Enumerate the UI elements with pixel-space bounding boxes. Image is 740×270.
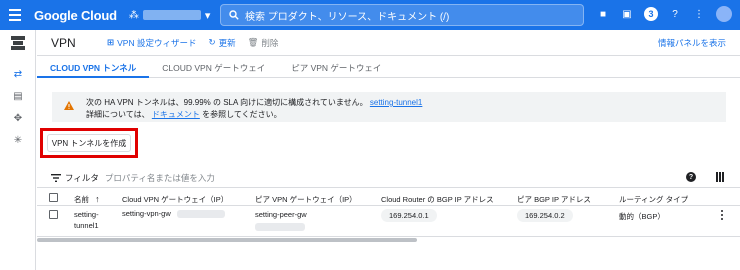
filter-input[interactable]: プロパティ名または値を入力 [105,172,215,184]
table-header: 名前 ↑ Cloud VPN ゲートウェイ（IP） ピア VPN ゲートウェイ（… [37,188,740,206]
help-icon[interactable]: ? [686,172,696,182]
info-panel-link[interactable]: 情報パネルを表示 [658,37,726,49]
search-bar[interactable]: 検索 プロダクト、リソース、ドキュメント (/) [220,4,584,26]
select-all-checkbox[interactable] [49,193,58,202]
brand-logo[interactable]: Google Cloud [34,8,117,23]
refresh-icon: ↻ [208,37,216,47]
peer-gateway-cell: setting-peer-gw [255,209,307,233]
delete-button[interactable]: 🗑 削除 [248,37,279,49]
warning-line2-prefix: 詳細については、 [86,110,150,119]
table-row: setting- tunnel1 setting-vpn-gw setting-… [37,206,740,234]
router-nav-icon[interactable]: ✥ [12,112,24,124]
col-router-bgp[interactable]: Cloud Router の BGP IP アドレス [381,194,494,205]
col-name[interactable]: 名前 ↑ [74,194,100,205]
tab-peer-vpn-gateways[interactable]: ピア VPN ゲートウェイ [278,56,394,78]
peer-bgp-chip: 169.254.0.2 [517,209,573,222]
col-routing-type[interactable]: ルーティング タイプ [619,194,688,205]
vpn-gateway-cell: setting-vpn-gw [122,209,225,219]
page-header: VPN ⊞ VPN 設定ウィザード ↻ 更新 🗑 削除 情報パネルを表示 [37,30,740,56]
tunnel-name[interactable]: setting- tunnel1 [74,209,99,231]
filter-icon [51,173,61,182]
help-icon[interactable]: ? [668,7,682,21]
left-nav: ⇄ ▤ ✥ ✳ [0,30,36,270]
notification-badge[interactable]: 3 [644,7,658,21]
tab-bar: CLOUD VPN トンネル CLOUD VPN ゲートウェイ ピア VPN ゲ… [37,56,740,78]
documentation-link[interactable]: ドキュメント [152,110,200,119]
row-checkbox[interactable] [49,210,58,219]
create-vpn-tunnel-button[interactable]: VPN トンネルを作成 [47,134,131,152]
warning-icon [64,101,74,110]
delete-label: 削除 [261,37,279,48]
col-vpn-gateway[interactable]: Cloud VPN ゲートウェイ（IP） [122,194,228,205]
project-name-redacted [142,10,201,20]
vpn-gateway-ip-redacted [176,210,225,219]
more-vert-icon[interactable]: ⋮ [692,7,706,21]
peer-gateway-link[interactable]: setting-peer-gw [255,209,307,221]
col-peer-gateway[interactable]: ピア VPN ゲートウェイ（IP） [255,194,357,205]
sla-warning-banner: 次の HA VPN トンネルは、99.99% の SLA 向けに適切に構成されて… [52,92,726,122]
tab-cloud-vpn-tunnels[interactable]: CLOUD VPN トンネル [37,56,150,78]
filter-bar: フィルタ プロパティ名または値を入力 ? [37,168,740,188]
refresh-button[interactable]: ↻ 更新 [208,37,235,49]
tunnel-link[interactable]: setting-tunnel1 [370,98,422,107]
vpn-gateway-link[interactable]: setting-vpn-gw [122,209,171,218]
router-bgp-chip: 169.254.0.1 [381,209,437,222]
project-selector[interactable]: ⁂ ▾ [129,9,211,22]
trash-icon: 🗑 [247,37,259,47]
horizontal-scrollbar[interactable] [37,238,417,242]
sort-ascending-icon: ↑ [95,194,100,204]
add-box-icon: ⊞ [107,37,115,47]
cloud-shell-icon[interactable]: ▣ [620,7,634,21]
chevron-down-icon: ▾ [204,9,211,22]
warning-line2-suffix: を参照してください。 [202,110,282,119]
hybrid-connectivity-icon [11,36,25,50]
project-icon: ⁂ [128,9,139,21]
vpn-wizard-button[interactable]: ⊞ VPN 設定ウィザード [107,37,196,49]
vpn-wizard-label: VPN 設定ウィザード [117,37,197,48]
filter-label: フィルタ [65,172,99,183]
top-bar: Google Cloud ⁂ ▾ 検索 プロダクト、リソース、ドキュメント (/… [0,0,740,30]
col-peer-bgp[interactable]: ピア BGP IP アドレス [517,194,591,205]
menu-icon[interactable] [0,9,30,21]
page-title: VPN [51,35,76,50]
avatar[interactable] [716,6,732,22]
interconnect-nav-icon[interactable]: ▤ [12,90,24,102]
refresh-label: 更新 [218,37,236,48]
table-bottom-divider [37,236,740,237]
gift-icon[interactable]: ■ [596,7,610,21]
search-placeholder: 検索 プロダクト、リソース、ドキュメント (/) [245,11,450,23]
network-connectivity-nav-icon[interactable]: ✳ [12,134,24,146]
peer-bgp-cell: 169.254.0.2 [517,209,573,222]
row-actions-icon[interactable] [721,210,723,220]
vpn-nav-icon[interactable]: ⇄ [12,68,24,80]
warning-line1: 次の HA VPN トンネルは、99.99% の SLA 向けに適切に構成されて… [86,98,368,107]
tab-cloud-vpn-gateways[interactable]: CLOUD VPN ゲートウェイ [149,56,278,78]
search-icon [229,10,239,20]
column-display-icon[interactable] [716,172,726,182]
router-bgp-cell: 169.254.0.1 [381,209,437,222]
routing-type-cell: 動的（BGP） [619,212,665,221]
peer-gateway-ip-redacted [255,223,305,232]
